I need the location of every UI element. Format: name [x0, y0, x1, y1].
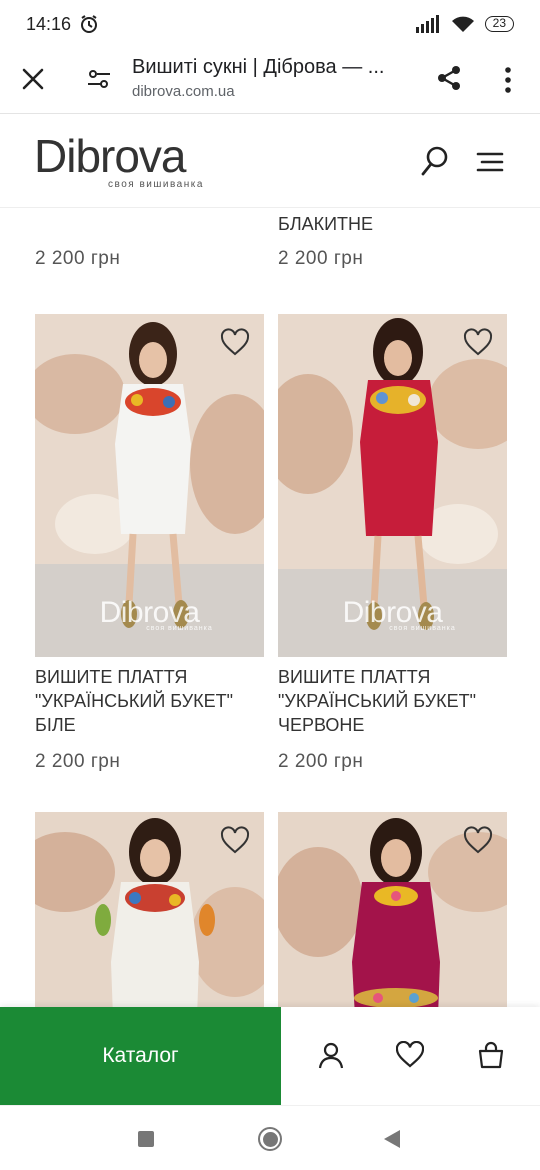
- wifi-icon: [451, 16, 474, 32]
- product-card[interactable]: [35, 812, 264, 1008]
- page-info[interactable]: Вишиті сукні | Діброва — ... dibrova.com…: [132, 56, 422, 100]
- signal-icon: [415, 15, 439, 33]
- user-icon[interactable]: [317, 1041, 345, 1069]
- heart-icon[interactable]: [220, 328, 250, 356]
- product-card[interactable]: Dibrova своя вишиванка ВИШИТЕ ПЛАТТЯ "УК…: [278, 314, 507, 773]
- site-header: Dibrova своя вишиванка: [0, 115, 540, 208]
- share-icon[interactable]: [435, 64, 463, 92]
- search-icon[interactable]: [420, 145, 450, 177]
- close-icon[interactable]: [20, 66, 46, 92]
- heart-icon[interactable]: [463, 328, 493, 356]
- heart-icon[interactable]: [396, 1041, 424, 1069]
- back-icon[interactable]: [384, 1130, 400, 1148]
- product-grid: БЛАКИТНЕ 2 200 грн 2 200 грн Dibrova сво…: [0, 208, 540, 1008]
- system-nav-bar: [0, 1105, 540, 1170]
- page-url: dibrova.com.ua: [132, 83, 235, 100]
- product-price: 2 200 грн: [278, 248, 364, 269]
- battery-indicator: 23: [484, 16, 514, 32]
- more-vert-icon[interactable]: [500, 66, 516, 94]
- image-watermark-tagline: своя вишиванка: [146, 625, 213, 632]
- status-bar: 14:16 23: [0, 0, 540, 48]
- product-name[interactable]: БЛАКИТНЕ: [278, 214, 373, 235]
- product-image[interactable]: Dibrova своя вишиванка: [35, 314, 264, 657]
- product-image[interactable]: [35, 812, 264, 1008]
- recents-icon[interactable]: [138, 1131, 154, 1147]
- image-watermark-tagline: своя вишиванка: [389, 625, 456, 632]
- logo-tagline: своя вишиванка: [108, 179, 204, 190]
- product-price: 2 200 грн: [35, 248, 121, 269]
- site-logo[interactable]: Dibrova своя вишиванка: [34, 133, 204, 190]
- product-card[interactable]: Dibrova своя вишиванка ВИШИТЕ ПЛАТТЯ "УК…: [35, 314, 264, 773]
- product-name[interactable]: ВИШИТЕ ПЛАТТЯ "УКРАЇНСЬКИЙ БУКЕТ" БІЛЕ: [35, 665, 264, 737]
- page-title: Вишиті сукні | Діброва — ...: [132, 56, 385, 78]
- tune-icon[interactable]: [86, 66, 112, 92]
- alarm-icon: [81, 15, 98, 33]
- home-icon[interactable]: [258, 1127, 282, 1151]
- product-image[interactable]: Dibrova своя вишиванка: [278, 314, 507, 657]
- bottom-action-bar: Каталог: [0, 1007, 540, 1105]
- product-image[interactable]: [278, 812, 507, 1008]
- logo-text: Dibrova: [34, 130, 187, 182]
- bag-icon[interactable]: [477, 1041, 505, 1069]
- browser-toolbar: Вишиті сукні | Діброва — ... dibrova.com…: [0, 48, 540, 114]
- product-card[interactable]: [278, 812, 507, 1008]
- catalog-button[interactable]: Каталог: [0, 1007, 281, 1105]
- heart-icon[interactable]: [220, 826, 250, 854]
- menu-icon[interactable]: [476, 151, 504, 173]
- product-name[interactable]: ВИШИТЕ ПЛАТТЯ "УКРАЇНСЬКИЙ БУКЕТ" ЧЕРВОН…: [278, 665, 507, 737]
- product-price: 2 200 грн: [278, 751, 364, 772]
- status-time: 14:16: [26, 13, 72, 34]
- heart-icon[interactable]: [463, 826, 493, 854]
- product-price: 2 200 грн: [35, 751, 121, 772]
